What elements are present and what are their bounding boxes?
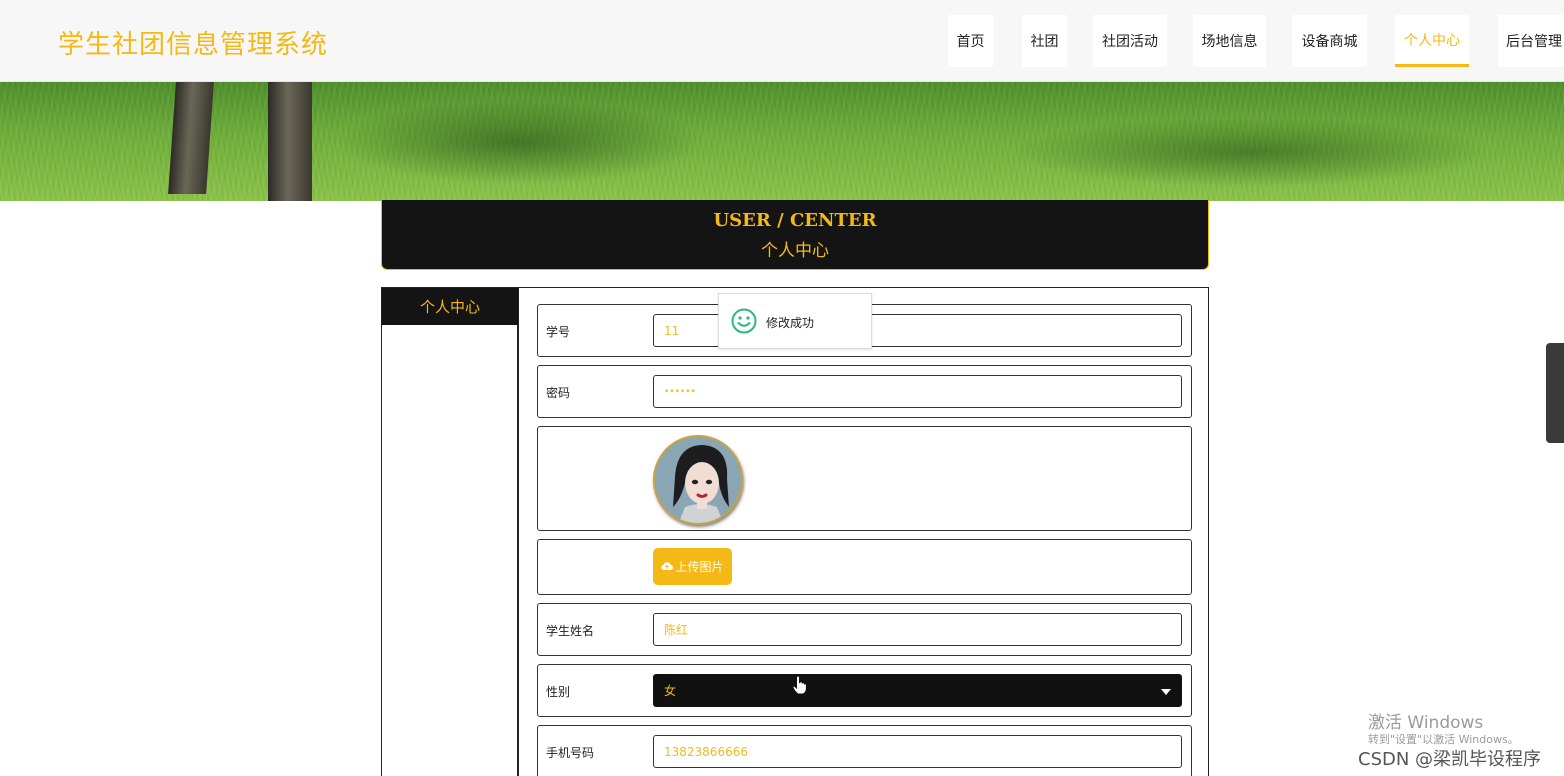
side-drawer-handle[interactable]: [1546, 343, 1564, 443]
gender-selected-value: 女: [664, 684, 677, 698]
nav-user-center[interactable]: 个人中心: [1395, 15, 1469, 67]
success-toast: 修改成功: [718, 293, 872, 349]
phone-label: 手机号码: [546, 746, 595, 760]
nav-club-activities[interactable]: 社团活动: [1093, 15, 1167, 67]
toast-message: 修改成功: [766, 316, 815, 330]
nav-clubs[interactable]: 社团: [1022, 15, 1067, 67]
password-label: 密码: [546, 386, 571, 400]
form-row-phone: 手机号码 13823866666: [537, 725, 1192, 776]
form-row-upload: 上传图片: [537, 539, 1192, 595]
nav-home[interactable]: 首页: [948, 15, 993, 67]
user-center-heading: USER / CENTER 个人中心: [381, 200, 1209, 270]
windows-activate-title: 激活 Windows: [1368, 713, 1484, 733]
form-row-password: 密码 ••••••: [537, 365, 1192, 418]
heading-en: USER / CENTER: [713, 210, 877, 231]
form-row-name: 学生姓名 陈红: [537, 603, 1192, 656]
smile-icon: [731, 308, 757, 334]
banner-image: [0, 82, 1564, 201]
sidebar: 个人中心: [382, 288, 519, 776]
phone-input[interactable]: 13823866666: [653, 735, 1182, 768]
site-title[interactable]: 学生社团信息管理系统: [58, 24, 328, 61]
gender-label: 性别: [546, 685, 571, 699]
top-header: 学生社团信息管理系统 首页 社团 社团活动 场地信息 设备商城 个人中心 后台管…: [0, 0, 1564, 82]
name-label: 学生姓名: [546, 624, 595, 638]
tree-trunk: [168, 82, 214, 194]
heading-cn: 个人中心: [761, 241, 829, 261]
name-input[interactable]: 陈红: [653, 613, 1182, 646]
upload-image-label: 上传图片: [675, 560, 724, 574]
profile-panel: 个人中心 学号 11 密码 •••••• 上传图片 学生姓名 陈红 性别 女 手…: [381, 287, 1209, 776]
csdn-credit: CSDN @梁凯毕设程序: [1358, 749, 1542, 770]
form-row-gender: 性别 女: [537, 664, 1192, 717]
hand-cursor-icon: [792, 675, 808, 695]
gender-select[interactable]: 女: [653, 674, 1182, 707]
nav-equipment-shop[interactable]: 设备商城: [1292, 15, 1367, 67]
nav-venue-info[interactable]: 场地信息: [1193, 15, 1266, 67]
nav-admin[interactable]: 后台管理: [1498, 15, 1564, 67]
student-id-label: 学号: [546, 325, 571, 339]
page: 学生社团信息管理系统 首页 社团 社团活动 场地信息 设备商城 个人中心 后台管…: [0, 0, 1564, 776]
avatar: [653, 435, 743, 525]
tree-trunk: [268, 82, 312, 201]
sidebar-item-user-center[interactable]: 个人中心: [382, 288, 518, 325]
password-input[interactable]: ••••••: [653, 375, 1182, 408]
upload-image-button[interactable]: 上传图片: [653, 548, 732, 585]
chevron-down-icon: [1161, 689, 1171, 695]
cloud-upload-icon: [661, 560, 674, 574]
form-row-avatar: [537, 426, 1192, 531]
